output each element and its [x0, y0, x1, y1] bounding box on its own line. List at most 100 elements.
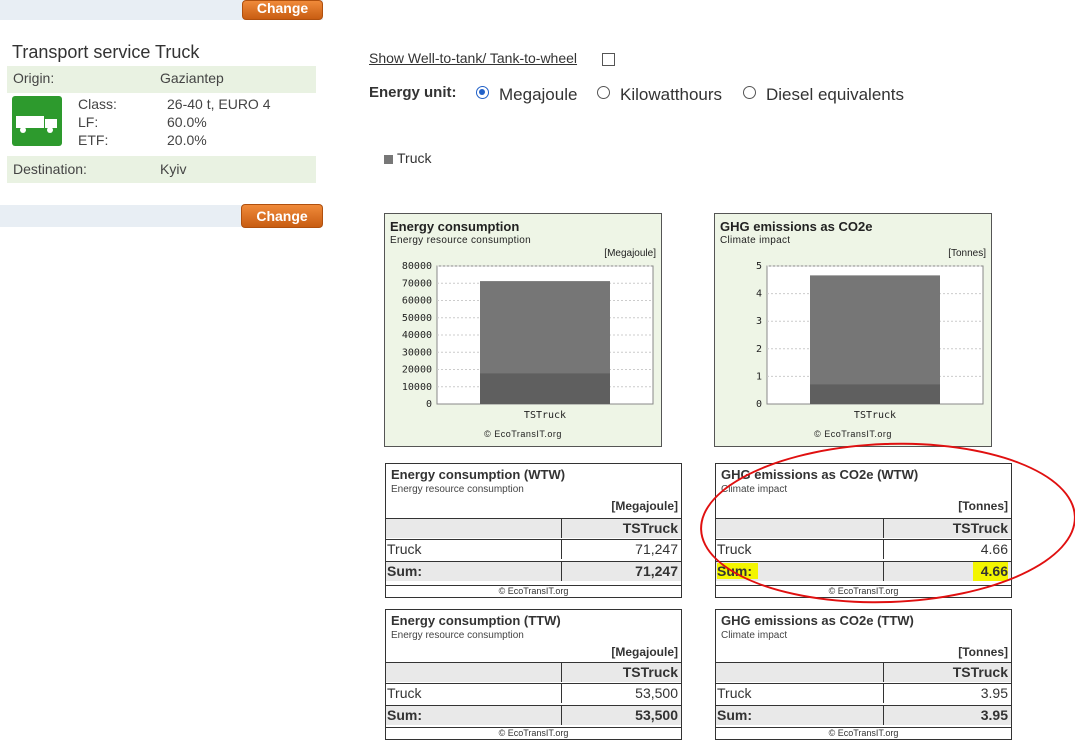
table-header-row: TSTruck — [386, 518, 681, 538]
y-tick-label: 10000 — [402, 382, 432, 393]
table-unit: [Megajoule] — [611, 645, 678, 659]
energy-chart-copyright: © EcoTransIT.org — [484, 429, 562, 439]
y-tick-label: 30000 — [402, 347, 432, 358]
table-copyright: © EcoTransIT.org — [386, 585, 681, 597]
radio-kilowatthours-label[interactable]: Kilowatthours — [620, 85, 722, 105]
energy-chart-plot: 80000 70000 60000 50000 40000 30000 20000 10000… — [402, 262, 654, 421]
energy-unit-label: Energy unit: — [369, 84, 457, 101]
wtw-ttw-checkbox[interactable] — [602, 53, 615, 66]
row-value: 71,247 — [635, 541, 678, 557]
ghg-chart-copyright: © EcoTransIT.org — [814, 429, 892, 439]
table-header-empty — [716, 663, 884, 682]
radio-megajoule[interactable] — [476, 86, 489, 99]
table-copyright: © EcoTransIT.org — [716, 727, 1011, 739]
radio-megajoule-label[interactable]: Megajoule — [499, 85, 577, 105]
class-label: Class: — [78, 96, 117, 112]
y-tick-label: 3 — [756, 316, 762, 327]
row-value: 3.95 — [980, 685, 1008, 701]
sum-value: 71,247 — [635, 563, 678, 579]
table-row: Truck 71,247 — [386, 539, 681, 559]
y-tick-label: 80000 — [402, 262, 432, 272]
table-column-header: TSTruck — [622, 664, 678, 680]
transport-service-title: Transport service Truck — [12, 42, 200, 62]
y-tick-label: 4 — [756, 289, 762, 300]
table-sum-row: Sum: 3.95 — [716, 705, 1011, 725]
legend-swatch — [384, 155, 393, 164]
lf-label: LF: — [78, 114, 99, 130]
y-tick-label: 20000 — [402, 365, 432, 376]
y-tick-label: 50000 — [402, 313, 432, 324]
table-subtitle: Climate impact — [721, 630, 788, 641]
y-tick-label: 40000 — [402, 330, 432, 341]
destination-label: Destination: — [13, 161, 87, 177]
row-label: Truck — [386, 540, 562, 559]
bar-wtt-part — [480, 373, 610, 404]
radio-diesel-equivalents-label[interactable]: Diesel equivalents — [766, 85, 904, 105]
energy-wtw-table: Energy consumption (WTW) Energy resource… — [385, 463, 682, 598]
ghg-ttw-table: GHG emissions as CO2e (TTW) Climate impa… — [715, 609, 1012, 740]
table-row: Truck 53,500 — [386, 683, 681, 703]
sum-label: Sum: — [386, 706, 562, 725]
table-row: Truck 3.95 — [716, 683, 1011, 703]
energy-chart-subtitle: Energy resource consumption — [390, 235, 531, 246]
table-title: Energy consumption (TTW) — [391, 613, 561, 628]
ghg-chart-plot: 5 4 3 2 1 0 TSTruck — [756, 262, 984, 421]
ghg-chart-title: GHG emissions as CO2e — [720, 219, 873, 234]
change-button-bottom[interactable]: Change — [241, 204, 323, 228]
sum-value: 3.95 — [980, 707, 1008, 723]
energy-chart-title: Energy consumption — [390, 219, 520, 234]
sum-value: 53,500 — [635, 707, 678, 723]
truck-icon — [12, 96, 62, 146]
table-header-empty — [386, 519, 562, 538]
y-tick-label: 1 — [756, 371, 762, 382]
wtw-ttw-link[interactable]: Show Well-to-tank/ Tank-to-wheel — [369, 50, 577, 66]
radio-kilowatthours[interactable] — [597, 86, 610, 99]
energy-chart-unit: [Megajoule] — [604, 248, 656, 259]
table-title: GHG emissions as CO2e (TTW) — [721, 613, 914, 628]
table-subtitle: Energy resource consumption — [391, 630, 524, 641]
row-label: Truck — [386, 684, 562, 703]
row-value: 53,500 — [635, 685, 678, 701]
class-value: 26-40 t, EURO 4 — [167, 96, 271, 112]
y-tick-label: 0 — [756, 399, 762, 410]
change-button-top[interactable]: Change — [242, 0, 323, 20]
destination-row: Destination: Kyiv — [7, 156, 316, 183]
table-title: Energy consumption (WTW) — [391, 467, 566, 482]
table-header-row: TSTruck — [386, 662, 681, 682]
origin-row: Origin: Gaziantep — [7, 66, 316, 93]
ghg-chart-subtitle: Climate impact — [720, 235, 791, 246]
x-tick-label: TSTruck — [854, 410, 896, 421]
table-unit: [Megajoule] — [611, 499, 678, 513]
energy-chart: Energy consumption Energy resource consu… — [384, 213, 662, 447]
y-tick-label: 60000 — [402, 296, 432, 307]
radio-diesel-equivalents[interactable] — [743, 86, 756, 99]
legend-label: Truck — [397, 150, 432, 166]
etf-label: ETF: — [78, 132, 109, 148]
table-column-header: TSTruck — [622, 520, 678, 536]
bar-wtt-part — [810, 384, 940, 404]
table-sum-row: Sum: 53,500 — [386, 705, 681, 725]
table-header-empty — [386, 663, 562, 682]
sum-label: Sum: — [716, 706, 884, 725]
y-tick-label: 5 — [756, 262, 762, 272]
y-tick-label: 0 — [426, 399, 432, 410]
destination-value: Kyiv — [160, 161, 187, 177]
etf-value: 20.0% — [167, 132, 207, 148]
ghg-chart: GHG emissions as CO2e Climate impact [To… — [714, 213, 992, 447]
table-header-row: TSTruck — [716, 662, 1011, 682]
table-sum-row: Sum: 71,247 — [386, 561, 681, 581]
x-tick-label: TSTruck — [524, 410, 566, 421]
table-column-header: TSTruck — [952, 664, 1008, 680]
table-unit: [Tonnes] — [958, 645, 1008, 659]
energy-ttw-table: Energy consumption (TTW) Energy resource… — [385, 609, 682, 740]
y-tick-label: 70000 — [402, 278, 432, 289]
lf-value: 60.0% — [167, 114, 207, 130]
origin-value: Gaziantep — [160, 70, 224, 86]
ghg-chart-unit: [Tonnes] — [948, 248, 986, 259]
table-subtitle: Energy resource consumption — [391, 484, 524, 495]
table-copyright: © EcoTransIT.org — [386, 727, 681, 739]
sum-label: Sum: — [386, 562, 562, 581]
origin-label: Origin: — [13, 70, 55, 86]
y-tick-label: 2 — [756, 344, 762, 355]
row-label: Truck — [716, 684, 884, 703]
